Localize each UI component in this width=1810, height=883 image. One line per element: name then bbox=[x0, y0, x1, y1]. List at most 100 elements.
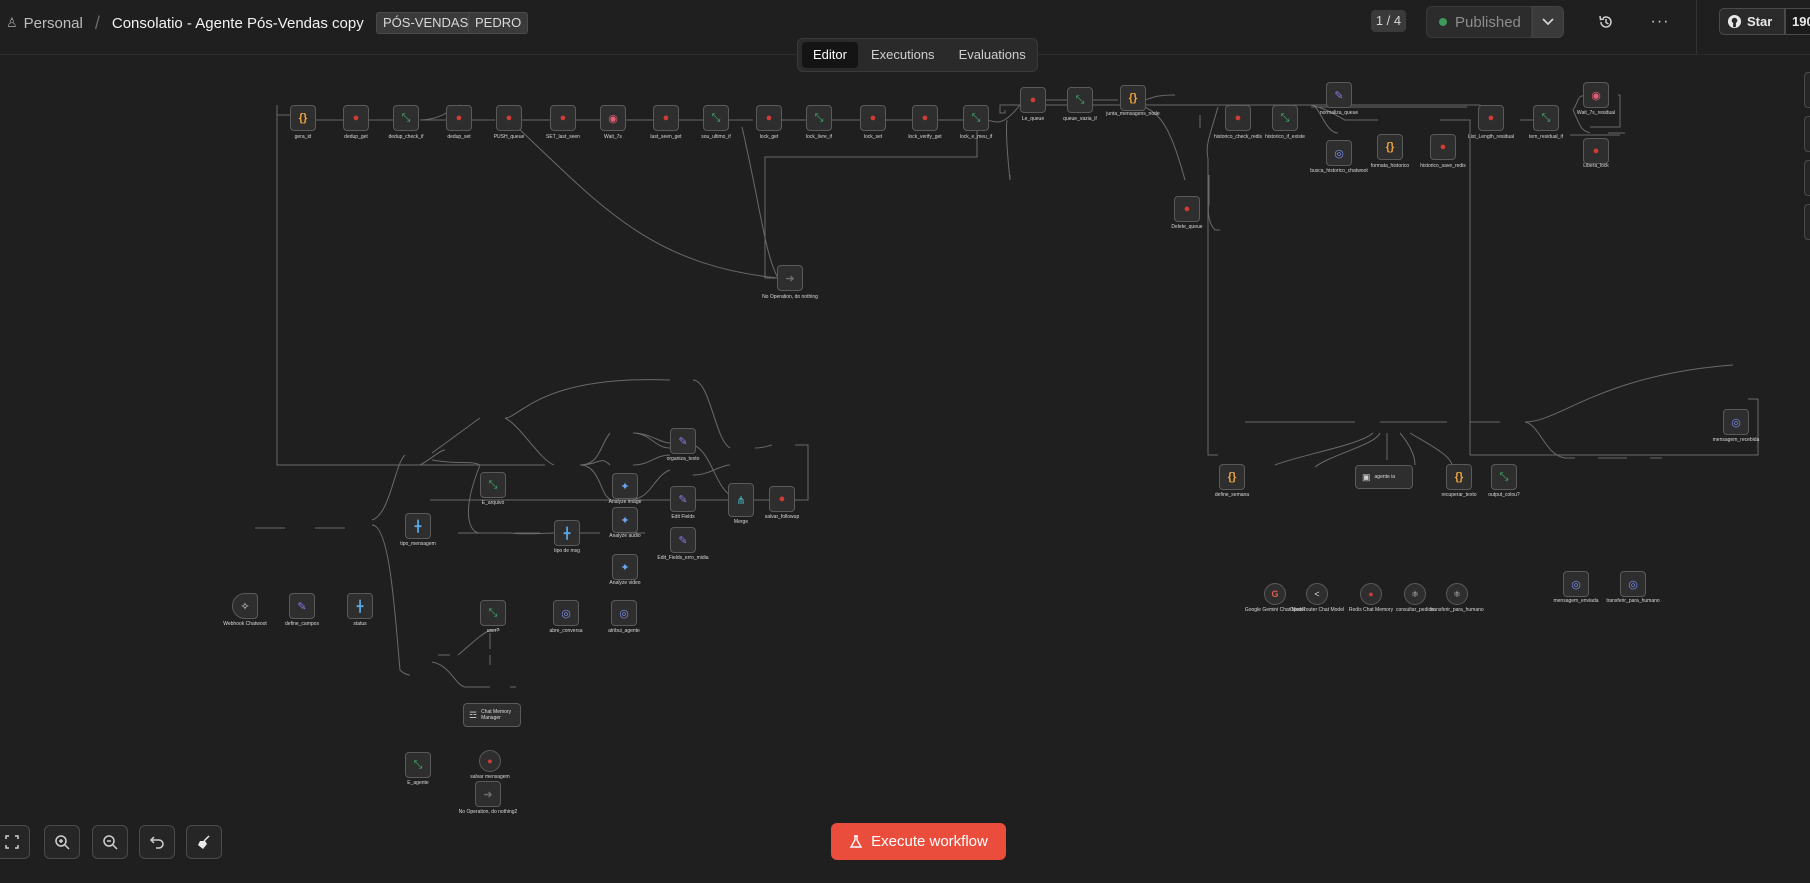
side-panel-tab-1[interactable] bbox=[1804, 72, 1810, 108]
breadcrumb-owner[interactable]: Personal bbox=[24, 15, 83, 32]
more-options-button[interactable]: ··· bbox=[1648, 10, 1672, 34]
if-branch-icon: ⤡ bbox=[488, 478, 498, 491]
redis-icon: ● bbox=[778, 493, 786, 505]
redis-node-le-queue[interactable]: ● bbox=[1020, 87, 1046, 113]
tab-editor[interactable]: Editor bbox=[802, 42, 858, 68]
agent-node-agente-ia[interactable]: ▣ agente ia bbox=[1355, 465, 1413, 489]
code-node-formata-historico[interactable]: {} bbox=[1377, 134, 1403, 160]
http-node-mensagem-recebida[interactable]: ◎ bbox=[1723, 409, 1749, 435]
globe-icon: ◎ bbox=[1731, 416, 1741, 429]
code-node-junta-mensagens[interactable]: {} bbox=[1120, 85, 1146, 111]
if-node-tem-residual[interactable]: ⤡ bbox=[1533, 105, 1559, 131]
if-node-lock-livre[interactable]: ⤡ bbox=[806, 105, 832, 131]
node-label-salvar-mensagem: salvar mensagem bbox=[470, 774, 510, 780]
http-node-mensagem-enviada[interactable]: ◎ bbox=[1563, 571, 1589, 597]
undo-button[interactable] bbox=[139, 825, 175, 859]
tidy-up-button[interactable] bbox=[186, 825, 222, 859]
side-panel-tab-2[interactable] bbox=[1804, 116, 1810, 152]
side-panel-tab-4[interactable] bbox=[1804, 204, 1810, 240]
history-button[interactable] bbox=[1594, 10, 1618, 34]
tab-evaluations[interactable]: Evaluations bbox=[948, 42, 1037, 68]
http-node-atribui-agente[interactable]: ◎ bbox=[611, 600, 637, 626]
github-star-button[interactable]: Star bbox=[1719, 8, 1785, 35]
gemini-node-analyze-image[interactable]: ✦ bbox=[612, 473, 638, 499]
redis-node-last-seen-get[interactable]: ● bbox=[653, 105, 679, 131]
side-panel-tab-3[interactable] bbox=[1804, 160, 1810, 196]
google-gemini-icon: G bbox=[1271, 589, 1279, 599]
redis-icon: ● bbox=[1183, 203, 1191, 215]
redis-icon: ● bbox=[921, 112, 929, 124]
switch-node-tipo-msg[interactable]: ╋ bbox=[554, 520, 580, 546]
node-label-tipo-mensagem: tipo_mensagem bbox=[400, 541, 436, 547]
if-node-output-colou[interactable]: ⤡ bbox=[1491, 464, 1517, 490]
fit-view-button[interactable] bbox=[0, 825, 30, 859]
if-node-e-arquivo[interactable]: ⤡ bbox=[480, 472, 506, 498]
zoom-out-button[interactable] bbox=[92, 825, 128, 859]
noop-node-2[interactable]: ➜ bbox=[475, 781, 501, 807]
switch-node-status[interactable]: ╋ bbox=[347, 593, 373, 619]
if-node-e-agente[interactable]: ⤡ bbox=[405, 752, 431, 778]
agent-node-title: agente ia bbox=[1374, 474, 1396, 480]
set-node-normaliza-queue[interactable]: ✎ bbox=[1326, 82, 1352, 108]
redis-node-set-last-seen[interactable]: ● bbox=[550, 105, 576, 131]
if-node-queue-vazia[interactable]: ⤡ bbox=[1067, 87, 1093, 113]
if-node-user[interactable]: ⤡ bbox=[480, 600, 506, 626]
memory-manager-node[interactable]: ☲ Chat Memory Manager bbox=[463, 703, 521, 727]
redis-node-list-length[interactable]: ● bbox=[1478, 105, 1504, 131]
merge-node[interactable]: ⋔ bbox=[728, 483, 754, 517]
redis-node-libera-lock[interactable]: ● bbox=[1583, 138, 1609, 164]
tag-pedro[interactable]: PEDRO bbox=[468, 12, 529, 34]
gemini-node-analyze-audio[interactable]: ✦ bbox=[612, 507, 638, 533]
memory-node-salvar-mensagem[interactable]: ● bbox=[479, 750, 501, 772]
redis-node-lock-get[interactable]: ● bbox=[756, 105, 782, 131]
memory-node-redis-chat[interactable]: ● bbox=[1360, 583, 1382, 605]
code-node-recuperar-texto[interactable]: {} bbox=[1446, 464, 1472, 490]
webhook-node-chatwoot[interactable]: ✧ bbox=[232, 593, 258, 619]
set-node-edit-fields[interactable]: ✎ bbox=[670, 486, 696, 512]
tag-pos-vendas[interactable]: PÓS-VENDAS bbox=[376, 12, 476, 34]
redis-node-salvar-followup[interactable]: ● bbox=[769, 486, 795, 512]
redis-node-historico-check[interactable]: ● bbox=[1225, 105, 1251, 131]
tab-executions[interactable]: Executions bbox=[860, 42, 946, 68]
wait-node-residual[interactable]: ◉ bbox=[1583, 82, 1609, 108]
code-node-gera-id[interactable]: {} bbox=[290, 105, 316, 131]
execute-workflow-button[interactable]: Execute workflow bbox=[831, 823, 1006, 860]
set-node-organiza-texto[interactable]: ✎ bbox=[670, 428, 696, 454]
http-node-abre-conversa[interactable]: ◎ bbox=[553, 600, 579, 626]
http-node-busca-historico[interactable]: ◎ bbox=[1326, 140, 1352, 166]
switch-node-tipo-mensagem[interactable]: ╋ bbox=[405, 513, 431, 539]
zoom-in-button[interactable] bbox=[44, 825, 80, 859]
if-node-lock-e-meu[interactable]: ⤡ bbox=[963, 105, 989, 131]
publish-button[interactable]: Published bbox=[1426, 6, 1532, 38]
model-node-openrouter[interactable]: < bbox=[1306, 583, 1328, 605]
user-icon: ♙ bbox=[6, 15, 18, 30]
version-badge[interactable]: 1 / 4 bbox=[1371, 10, 1406, 32]
noop-node-1[interactable]: ➜ bbox=[777, 265, 803, 291]
github-star-count[interactable]: 190, bbox=[1785, 8, 1810, 35]
tool-node-consultar-pedido[interactable]: ⚛ bbox=[1404, 583, 1426, 605]
if-node-sou-ultimo[interactable]: ⤡ bbox=[703, 105, 729, 131]
if-node-historico-existe[interactable]: ⤡ bbox=[1272, 105, 1298, 131]
redis-node-push-queue[interactable]: ● bbox=[496, 105, 522, 131]
node-label-status: status bbox=[353, 621, 367, 627]
model-node-google-gemini[interactable]: G bbox=[1264, 583, 1286, 605]
github-star-label: Star bbox=[1747, 14, 1773, 29]
set-node-define-campos[interactable]: ✎ bbox=[289, 593, 315, 619]
if-branch-icon: ⤡ bbox=[413, 758, 423, 771]
redis-node-dedup-get[interactable]: ● bbox=[343, 105, 369, 131]
redis-node-lock-verify[interactable]: ● bbox=[912, 105, 938, 131]
http-node-transferir-2[interactable]: ◎ bbox=[1620, 571, 1646, 597]
redis-node-historico-save[interactable]: ● bbox=[1430, 134, 1456, 160]
redis-node-dedup-set[interactable]: ● bbox=[446, 105, 472, 131]
publish-dropdown-button[interactable] bbox=[1532, 6, 1564, 38]
redis-node-lock-set[interactable]: ● bbox=[860, 105, 886, 131]
wait-node[interactable]: ◉ bbox=[600, 105, 626, 131]
redis-node-delete-queue[interactable]: ● bbox=[1174, 196, 1200, 222]
if-node-dedup-check[interactable]: ⤡ bbox=[393, 105, 419, 131]
workflow-canvas[interactable]: {} gera_id ● dedup_get ⤡ dedup_check_if … bbox=[0, 55, 1810, 883]
workflow-title[interactable]: Consolatio - Agente Pós-Vendas copy bbox=[112, 15, 364, 32]
tool-node-transferir[interactable]: ⚛ bbox=[1446, 583, 1468, 605]
set-node-edit-fields-erro[interactable]: ✎ bbox=[670, 527, 696, 553]
gemini-node-analyze-video[interactable]: ✦ bbox=[612, 554, 638, 580]
code-node-define-semana[interactable]: {} bbox=[1219, 464, 1245, 490]
